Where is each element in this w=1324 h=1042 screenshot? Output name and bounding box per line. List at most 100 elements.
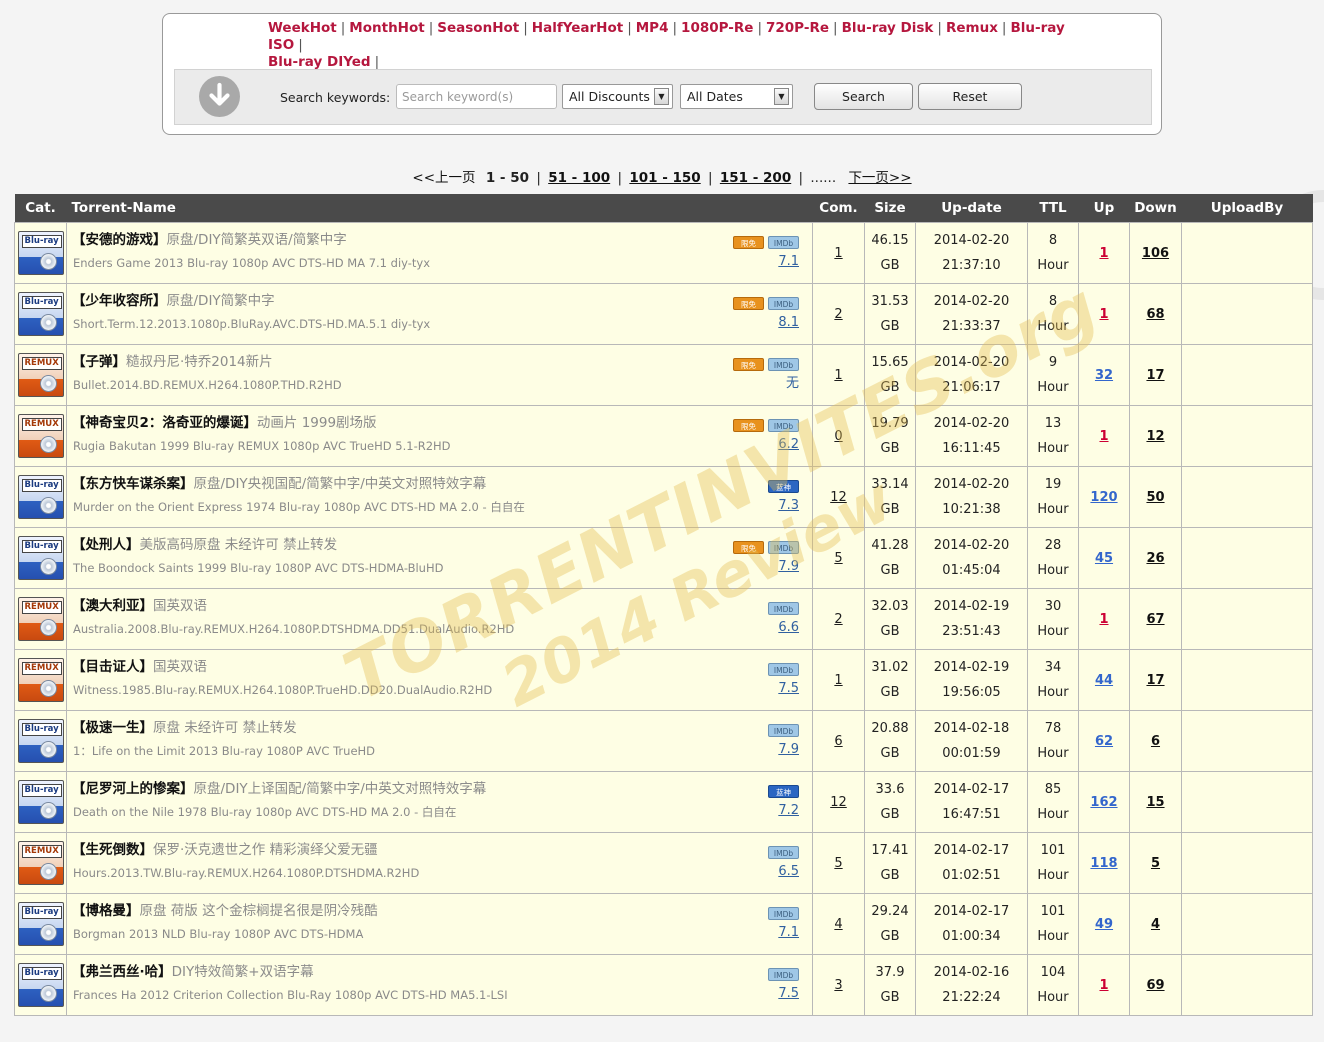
comments-link[interactable]: 12 — [830, 490, 847, 505]
comments-link[interactable]: 1 — [834, 246, 842, 261]
disc-category-icon[interactable]: REMUX — [17, 353, 64, 397]
hot-link[interactable]: SeasonHot — [437, 20, 519, 36]
torrent-title-cn[interactable]: 【子弹】 — [72, 354, 126, 370]
torrent-title[interactable]: 【弗兰西丝·哈】DIY特效简繁+双语字幕 — [72, 963, 314, 981]
disc-category-icon[interactable]: Blu-ray — [17, 719, 64, 763]
reset-button[interactable]: Reset — [918, 83, 1022, 110]
pager-prev[interactable]: <<上一页 — [412, 170, 475, 186]
torrent-title[interactable]: 【生死倒数】保罗·沃克遗世之作 精彩演绎父爱无疆 — [72, 841, 378, 859]
header-up[interactable]: Up — [1078, 194, 1130, 223]
torrent-title[interactable]: 【极速一生】原盘 未经许可 禁止转发 — [72, 719, 297, 737]
leechers-link[interactable]: 26 — [1146, 551, 1164, 566]
dropdown-arrow-icon[interactable]: ▼ — [654, 88, 669, 105]
leechers-link[interactable]: 50 — [1146, 490, 1164, 505]
disc-category-icon[interactable]: REMUX — [17, 414, 64, 458]
torrent-title-cn[interactable]: 【尼罗河上的惨案】 — [72, 781, 194, 797]
comments-link[interactable]: 4 — [834, 917, 842, 932]
imdb-rating[interactable]: 6.2 — [778, 437, 799, 453]
comments-link[interactable]: 12 — [830, 795, 847, 810]
hot-link[interactable]: MP4 — [636, 20, 669, 36]
imdb-rating[interactable]: 6.5 — [778, 864, 799, 880]
disc-category-icon[interactable]: Blu-ray — [17, 475, 64, 519]
disc-category-icon[interactable]: REMUX — [17, 658, 64, 702]
pager-page[interactable]: 51 - 100 — [548, 170, 610, 186]
seeders-link[interactable]: 118 — [1090, 856, 1117, 871]
torrent-title[interactable]: 【安德的游戏】原盘/DIY简繁英双语/简繁中字 — [72, 231, 347, 249]
torrent-title-cn[interactable]: 【少年收容所】 — [72, 293, 167, 309]
torrent-title[interactable]: 【神奇宝贝2：洛奇亚的爆诞】动画片 1999剧场版 — [72, 414, 377, 432]
seeders-link[interactable]: 62 — [1095, 734, 1113, 749]
seeders-link[interactable]: 1 — [1099, 978, 1108, 993]
search-button[interactable]: Search — [814, 83, 913, 110]
seeders-link[interactable]: 1 — [1099, 246, 1108, 261]
seeders-link[interactable]: 45 — [1095, 551, 1113, 566]
imdb-rating[interactable]: 7.5 — [778, 681, 799, 697]
leechers-link[interactable]: 17 — [1146, 368, 1164, 383]
imdb-rating[interactable]: 无 — [786, 376, 799, 392]
seeders-link[interactable]: 44 — [1095, 673, 1113, 688]
torrent-title-cn[interactable]: 【生死倒数】 — [72, 842, 153, 858]
download-arrow-icon[interactable] — [199, 76, 240, 117]
torrent-title[interactable]: 【目击证人】国英双语 — [72, 658, 207, 676]
leechers-link[interactable]: 106 — [1142, 246, 1169, 261]
seeders-link[interactable]: 1 — [1099, 429, 1108, 444]
disc-category-icon[interactable]: Blu-ray — [17, 231, 64, 275]
disc-category-icon[interactable]: Blu-ray — [17, 292, 64, 336]
leechers-link[interactable]: 15 — [1146, 795, 1164, 810]
hot-link[interactable]: HalfYearHot — [532, 20, 623, 36]
imdb-rating[interactable]: 7.1 — [778, 254, 799, 270]
torrent-title-cn[interactable]: 【东方快车谋杀案】 — [72, 476, 194, 492]
header-comments[interactable]: Com. — [812, 194, 865, 223]
disc-category-icon[interactable]: Blu-ray — [17, 536, 64, 580]
hot-link[interactable]: Remux — [946, 20, 998, 36]
torrent-title[interactable]: 【尼罗河上的惨案】原盘/DIY上译国配/简繁中字/中英文对照特效字幕 — [72, 780, 486, 798]
disc-category-icon[interactable]: Blu-ray — [17, 902, 64, 946]
seeders-link[interactable]: 162 — [1090, 795, 1117, 810]
torrent-title-cn[interactable]: 【神奇宝贝2：洛奇亚的爆诞】 — [72, 415, 257, 431]
torrent-title-cn[interactable]: 【目击证人】 — [72, 659, 153, 675]
torrent-title[interactable]: 【博格曼】原盘 荷版 这个金棕榈提名很是阴冷残酷 — [72, 902, 378, 920]
date-select[interactable]: All Dates ▼ — [680, 84, 793, 109]
comments-link[interactable]: 3 — [834, 978, 842, 993]
imdb-rating[interactable]: 7.5 — [778, 986, 799, 1002]
discount-select[interactable]: All Discounts ▼ — [562, 84, 673, 109]
torrent-title[interactable]: 【子弹】糙叔丹尼·特乔2014新片 — [72, 353, 273, 371]
torrent-title-cn[interactable]: 【澳大利亚】 — [72, 598, 153, 614]
leechers-link[interactable]: 12 — [1146, 429, 1164, 444]
pager-next[interactable]: 下一页>> — [848, 170, 911, 186]
imdb-rating[interactable]: 7.2 — [778, 803, 799, 819]
seeders-link[interactable]: 32 — [1095, 368, 1113, 383]
torrent-title-cn[interactable]: 【极速一生】 — [72, 720, 153, 736]
leechers-link[interactable]: 68 — [1146, 307, 1164, 322]
dropdown-arrow-icon[interactable]: ▼ — [774, 88, 789, 105]
imdb-rating[interactable]: 7.9 — [778, 742, 799, 758]
imdb-rating[interactable]: 7.9 — [778, 559, 799, 575]
disc-category-icon[interactable]: REMUX — [17, 597, 64, 641]
imdb-rating[interactable]: 7.3 — [778, 498, 799, 514]
pager-page[interactable]: 151 - 200 — [720, 170, 791, 186]
disc-category-icon[interactable]: Blu-ray — [17, 780, 64, 824]
leechers-link[interactable]: 17 — [1146, 673, 1164, 688]
comments-link[interactable]: 1 — [834, 368, 842, 383]
seeders-link[interactable]: 49 — [1095, 917, 1113, 932]
header-cat[interactable]: Cat. — [14, 194, 67, 223]
torrent-title-cn[interactable]: 【处刑人】 — [72, 537, 140, 553]
torrent-title[interactable]: 【东方快车谋杀案】原盘/DIY央视国配/简繁中字/中英文对照特效字幕 — [72, 475, 486, 493]
imdb-rating[interactable]: 6.6 — [778, 620, 799, 636]
torrent-title-cn[interactable]: 【博格曼】 — [72, 903, 140, 919]
torrent-title[interactable]: 【澳大利亚】国英双语 — [72, 597, 207, 615]
comments-link[interactable]: 5 — [834, 856, 842, 871]
header-size[interactable]: Size — [864, 194, 916, 223]
header-uploadby[interactable]: UploadBy — [1181, 194, 1313, 223]
comments-link[interactable]: 6 — [834, 734, 842, 749]
hot-link[interactable]: WeekHot — [268, 20, 337, 36]
search-input[interactable] — [396, 84, 557, 109]
torrent-title[interactable]: 【处刑人】美版高码原盘 未经许可 禁止转发 — [72, 536, 337, 554]
torrent-title-cn[interactable]: 【安德的游戏】 — [72, 232, 167, 248]
seeders-link[interactable]: 1 — [1099, 307, 1108, 322]
leechers-link[interactable]: 6 — [1151, 734, 1160, 749]
leechers-link[interactable]: 69 — [1146, 978, 1164, 993]
imdb-rating[interactable]: 8.1 — [778, 315, 799, 331]
hot-link[interactable]: Blu-ray DIYed — [268, 54, 371, 70]
hot-link[interactable]: MonthHot — [349, 20, 424, 36]
